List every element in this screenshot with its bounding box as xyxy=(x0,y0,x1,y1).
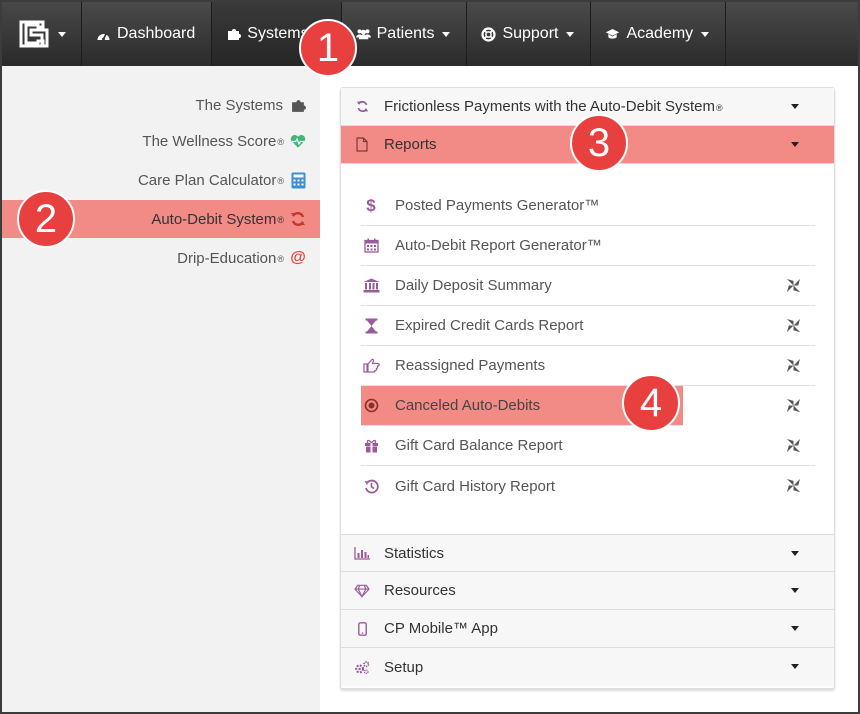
chevron-down-icon xyxy=(791,664,799,669)
sidebar-item-label: The Wellness Score® xyxy=(142,132,284,150)
calendar-icon xyxy=(361,236,381,256)
hand-point-icon xyxy=(361,356,381,376)
chevron-down-icon xyxy=(442,31,451,37)
accordion-label: Frictionless Payments with the Auto-Debi… xyxy=(384,98,723,115)
report-daily-deposit-summary[interactable]: Daily Deposit Summary xyxy=(361,266,815,306)
calculator-icon xyxy=(290,172,306,188)
heartbeat-icon xyxy=(290,133,306,149)
accordion-label: Reports xyxy=(384,136,437,153)
file-icon xyxy=(354,137,370,153)
report-expired-credit-cards[interactable]: Expired Credit Cards Report xyxy=(361,306,815,346)
step-badge-4: 4 xyxy=(622,374,680,432)
accordion-label: CP Mobile™ App xyxy=(384,620,498,637)
accordion-statistics[interactable]: Statistics xyxy=(341,534,834,572)
accordion-label: Setup xyxy=(384,658,424,676)
step-badge-1: 1 xyxy=(299,19,357,77)
refresh-icon xyxy=(354,99,370,115)
sidebar-item-the-systems[interactable]: The Systems xyxy=(195,95,306,115)
report-label: Canceled Auto-Debits xyxy=(395,397,541,414)
report-label: Posted Payments Generator™ xyxy=(395,197,600,214)
nav-patients[interactable]: Patients xyxy=(342,2,468,66)
report-reassigned-payments[interactable]: Reassigned Payments xyxy=(361,346,815,386)
nav-support-label: Support xyxy=(502,25,559,42)
sidebar: The Systems The Wellness Score® Care Pla… xyxy=(2,66,320,712)
diamond-icon xyxy=(354,583,370,599)
accordion-resources[interactable]: Resources xyxy=(341,572,834,610)
pinwheel-icon[interactable] xyxy=(786,318,801,333)
dollar-icon: $ xyxy=(366,195,376,215)
dot-circle-icon xyxy=(361,396,381,416)
report-label: Gift Card History Report xyxy=(395,477,556,495)
report-label: Gift Card Balance Report xyxy=(395,437,563,454)
graduation-cap-icon xyxy=(605,27,620,42)
report-posted-payments-generator[interactable]: $ Posted Payments Generator™ xyxy=(361,186,815,226)
mobile-icon xyxy=(354,621,370,637)
sidebar-item-label: The Systems xyxy=(195,96,283,114)
gift-icon xyxy=(361,436,381,456)
nav-dashboard[interactable]: Dashboard xyxy=(82,2,213,66)
step-badge-2: 2 xyxy=(17,190,75,248)
puzzle-icon xyxy=(290,97,306,113)
hourglass-icon xyxy=(361,316,381,336)
nav-academy-label: Academy xyxy=(626,25,694,42)
bank-icon xyxy=(361,276,381,296)
chevron-down-icon xyxy=(791,588,799,593)
pinwheel-icon[interactable] xyxy=(786,438,801,453)
lifebuoy-icon xyxy=(481,26,497,42)
users-icon xyxy=(355,27,371,42)
nav-patients-label: Patients xyxy=(376,25,435,42)
report-label: Expired Credit Cards Report xyxy=(395,317,584,334)
sidebar-item-wellness-score[interactable]: The Wellness Score® xyxy=(142,131,306,151)
sidebar-item-drip-education[interactable]: Drip-Education® @ xyxy=(177,248,306,268)
history-icon xyxy=(361,476,381,496)
sidebar-item-care-plan-calculator[interactable]: Care Plan Calculator® xyxy=(138,170,306,190)
report-gift-card-balance[interactable]: Gift Card Balance Report xyxy=(361,426,815,466)
at-icon: @ xyxy=(290,249,306,266)
pinwheel-icon[interactable] xyxy=(786,478,801,493)
accordion-label: Resources xyxy=(384,582,456,599)
pinwheel-icon[interactable] xyxy=(786,358,801,373)
app-window: Dashboard Systems Patients Support Acade… xyxy=(0,0,860,714)
cogs-icon xyxy=(354,659,370,675)
logo-icon xyxy=(19,20,48,48)
accordion-setup[interactable]: Setup xyxy=(341,648,834,686)
reports-list: $ Posted Payments Generator™ Auto-Debit … xyxy=(361,186,815,506)
chevron-down-icon xyxy=(791,626,799,631)
report-auto-debit-report-generator[interactable]: Auto-Debit Report Generator™ xyxy=(361,226,815,266)
sidebar-item-label: Drip-Education® xyxy=(177,249,284,267)
chevron-down-icon xyxy=(57,31,66,37)
nav-support[interactable]: Support xyxy=(467,2,592,66)
nav-dashboard-label: Dashboard xyxy=(117,25,196,42)
pinwheel-icon[interactable] xyxy=(786,278,801,293)
refresh-icon xyxy=(290,211,306,227)
sidebar-item-label: Care Plan Calculator® xyxy=(137,171,284,189)
chevron-down-icon xyxy=(701,31,710,37)
main-panel: Frictionless Payments with the Auto-Debi… xyxy=(340,87,835,689)
dashboard-icon xyxy=(96,27,111,42)
chevron-down-icon xyxy=(791,104,799,109)
chevron-down-icon xyxy=(791,142,799,147)
report-label: Reassigned Payments xyxy=(395,357,546,374)
report-label: Daily Deposit Summary xyxy=(395,277,552,294)
accordion-label: Statistics xyxy=(384,544,445,562)
puzzle-icon xyxy=(226,27,241,42)
top-navbar: Dashboard Systems Patients Support Acade… xyxy=(2,2,858,66)
chevron-down-icon xyxy=(566,31,575,37)
sidebar-item-label: Auto-Debit System® xyxy=(151,210,284,228)
bar-chart-icon xyxy=(354,545,370,561)
step-badge-3: 3 xyxy=(570,114,628,172)
accordion-cp-mobile-app[interactable]: CP Mobile™ App xyxy=(341,610,834,648)
nav-academy[interactable]: Academy xyxy=(591,2,727,66)
chevron-down-icon xyxy=(791,551,799,556)
report-gift-card-history[interactable]: Gift Card History Report xyxy=(361,466,815,506)
report-label: Auto-Debit Report Generator™ xyxy=(395,237,602,254)
brand-menu[interactable] xyxy=(2,2,82,66)
pinwheel-icon[interactable] xyxy=(786,398,801,413)
